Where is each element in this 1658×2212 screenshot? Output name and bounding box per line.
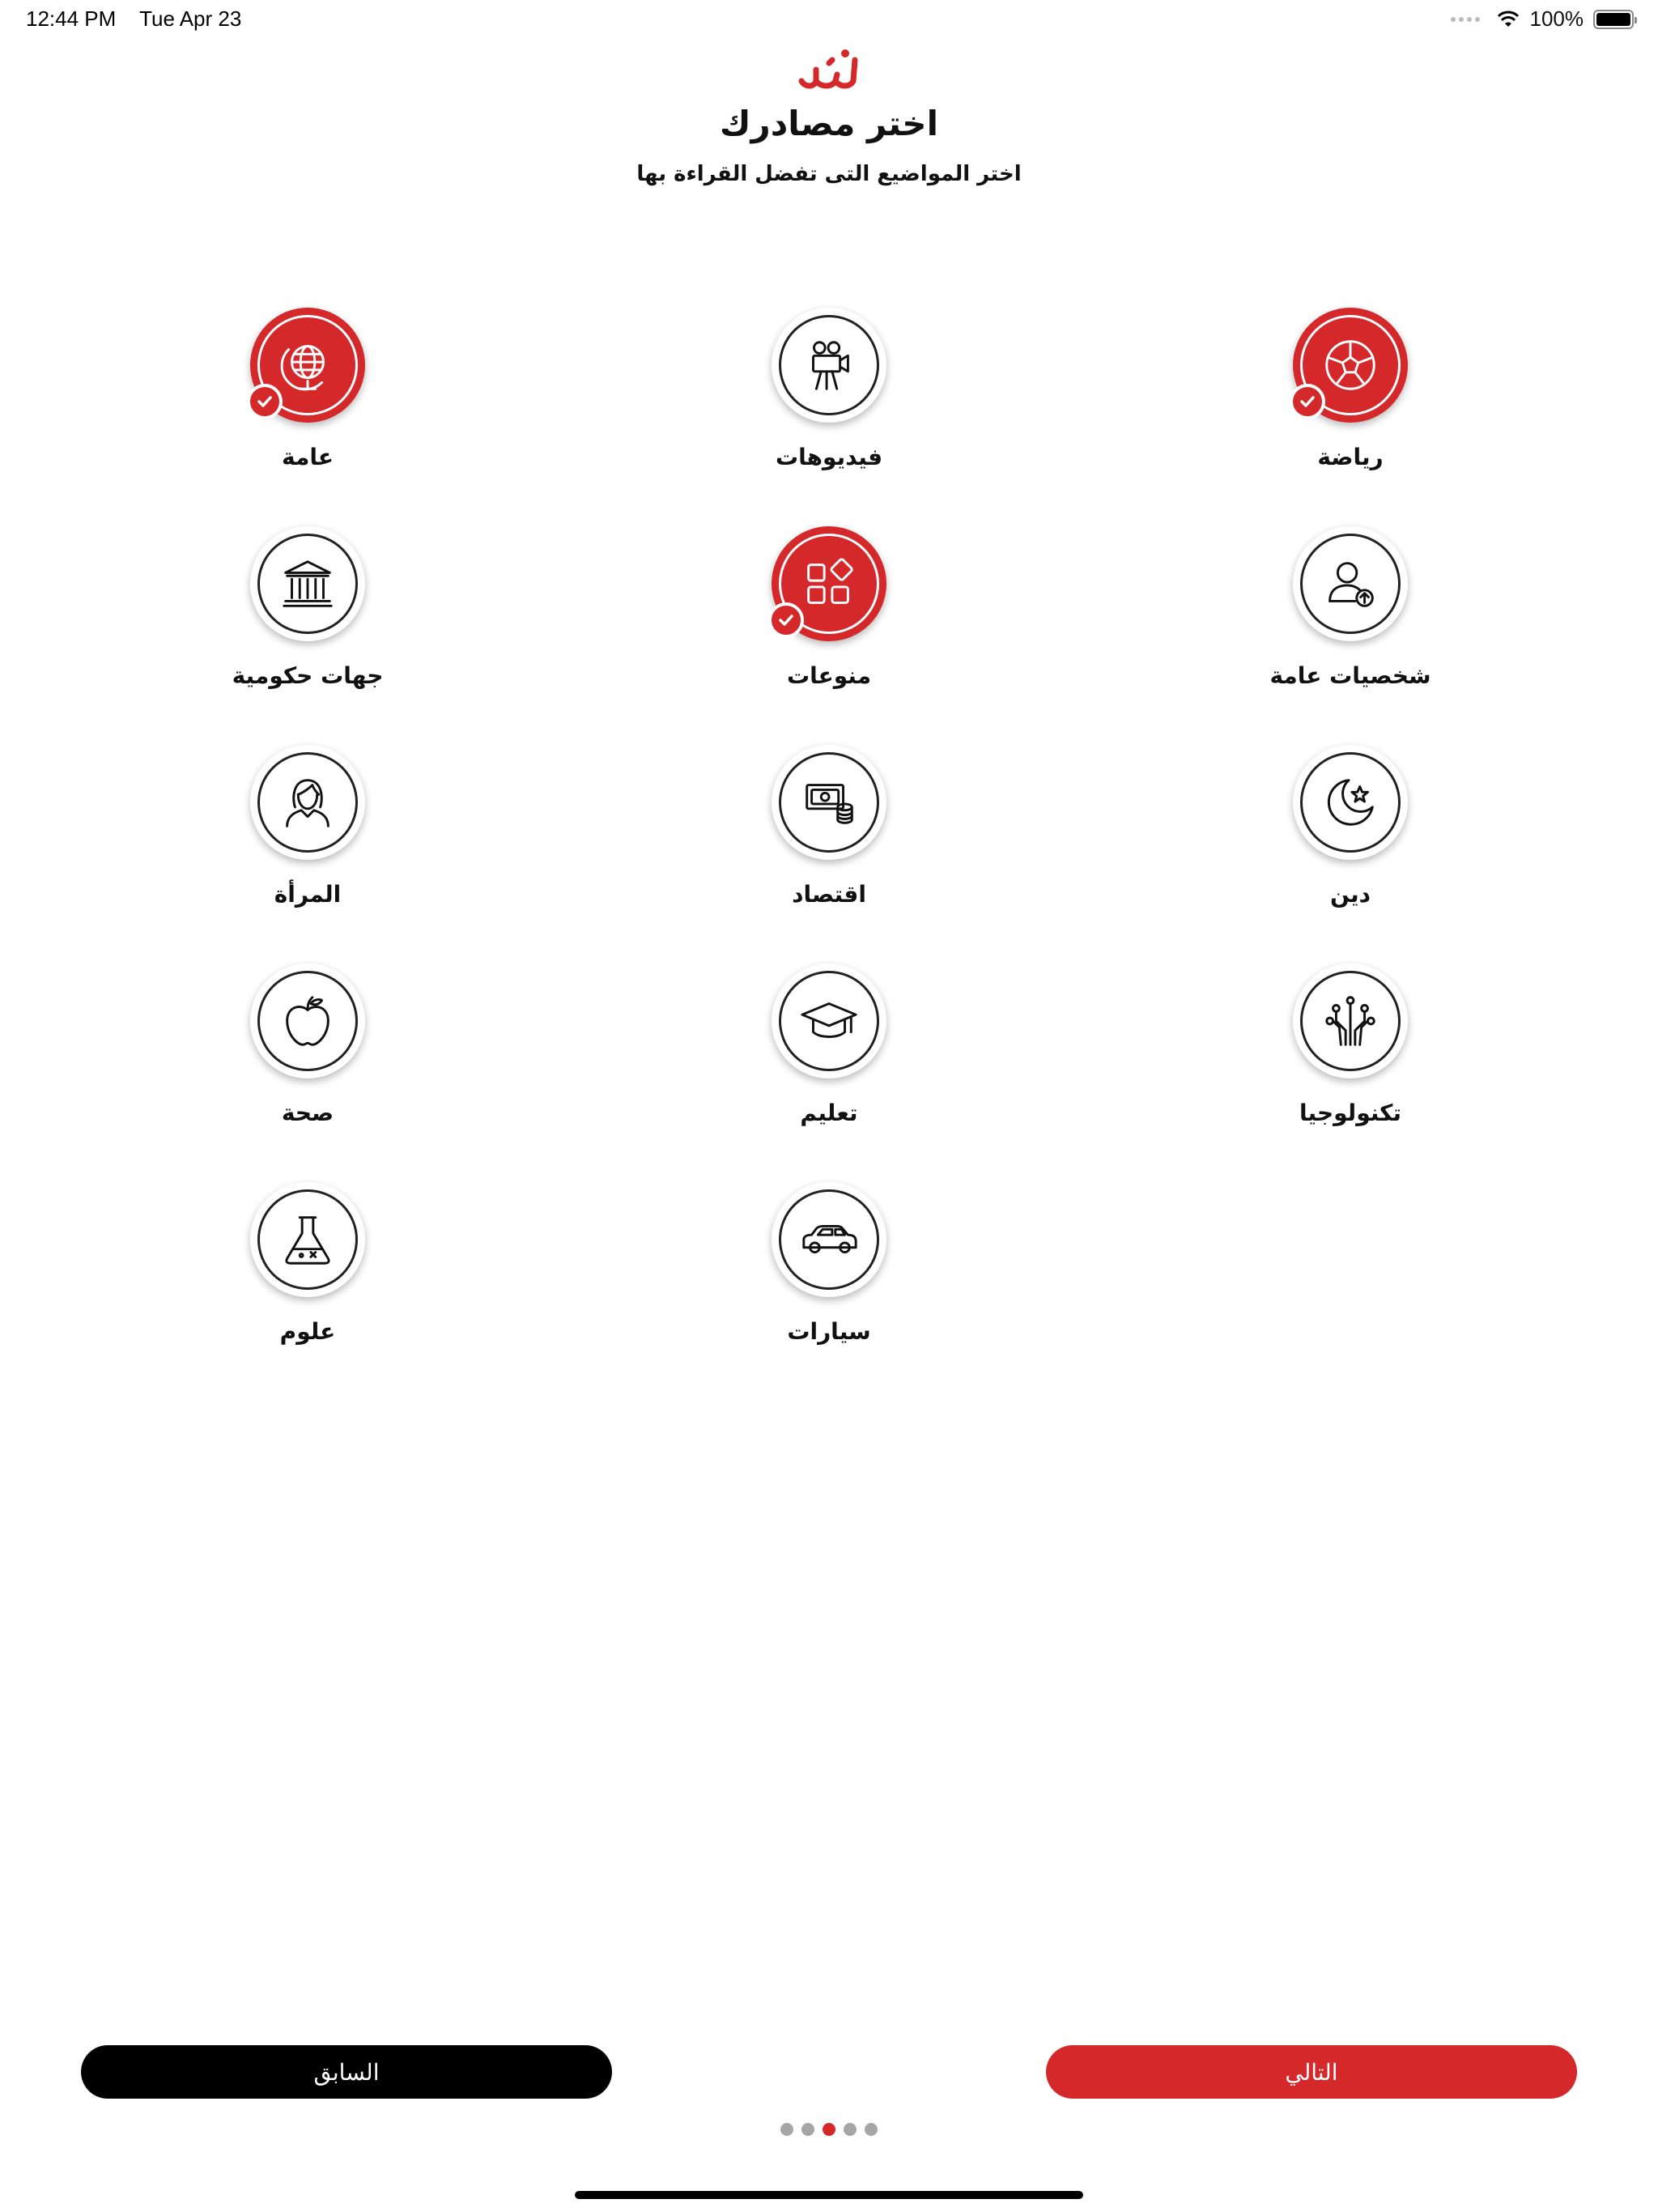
- topic-label: تكنولوجيا: [1299, 1100, 1401, 1126]
- topic-cars[interactable]: سيارات: [716, 1182, 942, 1360]
- previous-button[interactable]: السابق: [81, 2045, 612, 2099]
- shapes-icon: [807, 558, 853, 604]
- page-indicator: [0, 2123, 1658, 2136]
- topic-science[interactable]: علوم: [194, 1182, 421, 1360]
- topic-economy[interactable]: اقتصاد: [716, 745, 942, 923]
- globe-icon: [280, 345, 325, 391]
- apple-icon: [286, 996, 329, 1046]
- topic-government[interactable]: جهات حكومية: [194, 526, 421, 704]
- nabaa-logo: [798, 49, 858, 89]
- topic-sports[interactable]: رياضة: [1237, 308, 1464, 486]
- topic-woman[interactable]: المرأة: [194, 745, 421, 923]
- page-dot: [844, 2123, 857, 2136]
- topic-public-figures[interactable]: شخصيات عامة: [1237, 526, 1464, 704]
- flask-icon: [285, 1216, 330, 1265]
- page-dot-active: [823, 2123, 835, 2136]
- government-building-icon: [283, 560, 333, 607]
- battery-percentage: 100%: [1529, 6, 1584, 31]
- status-time: 12:44 PM: [26, 6, 117, 31]
- selected-check-icon: [1290, 384, 1325, 419]
- video-camera-icon: [812, 341, 849, 390]
- topic-label: شخصيات عامة: [1269, 662, 1431, 689]
- page-dot: [865, 2123, 878, 2136]
- battery-icon: [1593, 9, 1637, 29]
- topic-technology[interactable]: تكنولوجيا: [1237, 963, 1464, 1142]
- topic-education[interactable]: تعليم: [716, 963, 942, 1142]
- topic-videos[interactable]: فيديوهات: [716, 308, 942, 486]
- money-icon: [806, 784, 853, 824]
- next-button[interactable]: التالي: [1046, 2045, 1577, 2099]
- topic-religion[interactable]: دين: [1237, 745, 1464, 923]
- person-icon: [1329, 562, 1374, 607]
- topic-label: فيديوهات: [775, 444, 883, 470]
- topic-label: جهات حكومية: [232, 662, 384, 689]
- status-date: Tue Apr 23: [139, 6, 242, 31]
- topic-label: اقتصاد: [792, 881, 866, 908]
- woman-icon: [286, 779, 329, 827]
- page-title: اختر مصادرك: [720, 104, 938, 143]
- topic-label: سيارات: [787, 1318, 871, 1345]
- topic-label: عامة: [282, 444, 334, 470]
- page-dot: [780, 2123, 793, 2136]
- crescent-star-icon: [1327, 779, 1374, 826]
- topic-label: علوم: [279, 1318, 336, 1345]
- topic-label: دين: [1329, 881, 1371, 908]
- topic-label: منوعات: [786, 662, 872, 689]
- cellular-signal-icon: [1450, 16, 1480, 22]
- circuit-icon: [1325, 996, 1375, 1046]
- status-bar: 12:44 PM Tue Apr 23 100%: [0, 0, 1658, 39]
- topic-misc[interactable]: منوعات: [716, 526, 942, 704]
- graduation-cap-icon: [801, 1002, 857, 1038]
- home-indicator[interactable]: [575, 2191, 1083, 2199]
- wifi-icon: [1497, 11, 1519, 27]
- car-icon: [802, 1224, 857, 1254]
- selected-check-icon: [247, 384, 283, 419]
- topic-label: رياضة: [1317, 444, 1384, 470]
- football-icon: [1325, 340, 1375, 390]
- selected-check-icon: [768, 602, 804, 638]
- topic-label: صحة: [281, 1100, 334, 1126]
- topic-label: المرأة: [274, 881, 342, 908]
- topic-label: تعليم: [800, 1100, 858, 1126]
- page-subtitle: اختر المواضيع التى تفضل القراءة بها: [636, 162, 1022, 186]
- page-dot: [801, 2123, 814, 2136]
- topic-health[interactable]: صحة: [194, 963, 421, 1142]
- topic-general[interactable]: عامة: [194, 308, 421, 486]
